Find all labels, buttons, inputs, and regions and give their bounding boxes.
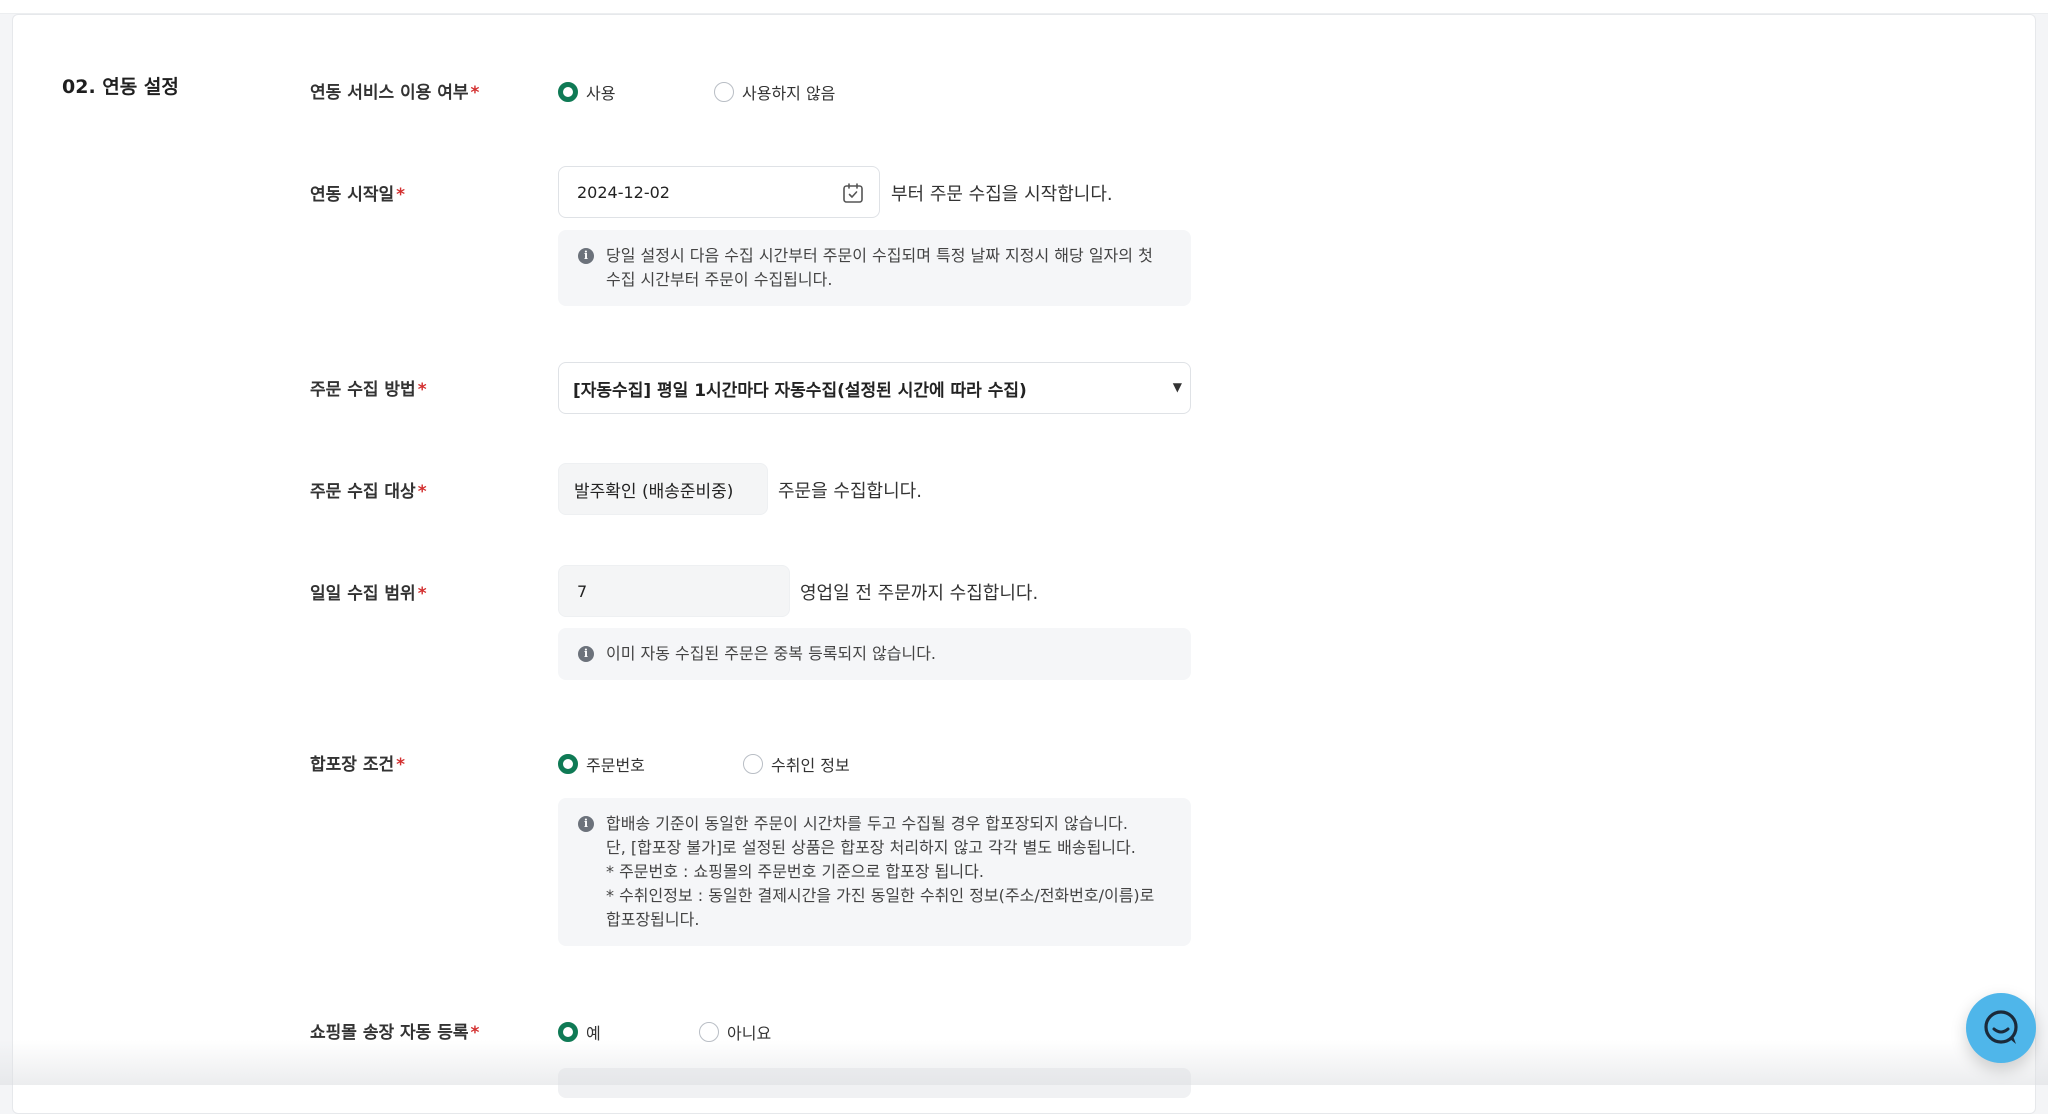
service-use-radio-group: 사용 사용하지 않음 <box>558 80 835 104</box>
start-date-suffix: 부터 주문 수집을 시작합니다. <box>891 184 1113 205</box>
daily-range-label-text: 일일 수집 범위 <box>310 584 416 604</box>
start-date-label-text: 연동 시작일 <box>310 185 395 205</box>
info-line: * 주문번호 : 쇼핑몰의 주문번호 기준으로 합포장 됩니다. <box>606 862 984 881</box>
chat-icon <box>1984 1010 2018 1044</box>
info-line: 합포장됩니다. <box>606 910 700 929</box>
daily-range-input[interactable]: 7 <box>558 565 790 617</box>
info-icon: i <box>578 816 594 832</box>
collect-target-field: 발주확인 (배송준비중) <box>558 463 768 515</box>
collect-method-label: 주문 수집 방법 * <box>310 375 427 400</box>
radio-dot <box>558 82 578 102</box>
info-line: * 수취인정보 : 동일한 결제시간을 가진 동일한 수취인 정보(주소/전화번… <box>606 886 1155 905</box>
required-mark: * <box>417 482 427 502</box>
required-mark: * <box>396 185 406 205</box>
invoice-auto-label: 쇼핑몰 송장 자동 등록 * <box>310 1018 479 1043</box>
required-mark: * <box>470 1023 480 1043</box>
calendar-icon[interactable] <box>841 181 865 205</box>
daily-range-info-box: i 이미 자동 수집된 주문은 중복 등록되지 않습니다. <box>558 628 1191 680</box>
radio-service-not-use[interactable]: 사용하지 않음 <box>714 80 835 104</box>
collect-method-value: [자동수집] 평일 1시간마다 자동수집(설정된 시간에 따라 수집) <box>573 380 1027 401</box>
top-header-strip <box>0 0 2048 14</box>
info-line: 단, [합포장 불가]로 설정된 상품은 합포장 처리하지 않고 각각 별도 배… <box>606 838 1136 857</box>
invoice-auto-radio-group: 예 아니요 <box>558 1020 771 1044</box>
start-date-info-box: i 당일 설정시 다음 수집 시간부터 주문이 수집되며 특정 날짜 지정시 해… <box>558 230 1191 306</box>
bundle-label: 합포장 조건 * <box>310 750 405 775</box>
radio-bundle-recipient[interactable]: 수취인 정보 <box>743 752 850 776</box>
required-mark: * <box>417 584 427 604</box>
info-line: 합배송 기준이 동일한 주문이 시간차를 두고 수집될 경우 합포장되지 않습니… <box>606 814 1128 833</box>
radio-label: 수취인 정보 <box>771 756 850 775</box>
info-line: 당일 설정시 다음 수집 시간부터 주문이 수집되며 특정 날짜 지정시 해당 … <box>606 246 1153 265</box>
radio-dot <box>558 1022 578 1042</box>
radio-invoice-no[interactable]: 아니요 <box>699 1020 771 1044</box>
radio-label: 아니요 <box>727 1024 772 1043</box>
radio-dot <box>743 754 763 774</box>
info-line: 수집 시간부터 주문이 수집됩니다. <box>606 270 833 289</box>
daily-range-value: 7 <box>577 581 588 601</box>
section-title: 02. 연동 설정 <box>62 76 179 98</box>
info-icon: i <box>578 248 594 264</box>
invoice-auto-label-text: 쇼핑몰 송장 자동 등록 <box>310 1023 469 1043</box>
radio-invoice-yes[interactable]: 예 <box>558 1020 699 1044</box>
radio-dot <box>558 754 578 774</box>
radio-label: 예 <box>586 1024 601 1043</box>
required-mark: * <box>396 755 406 775</box>
radio-dot <box>699 1022 719 1042</box>
service-use-label-text: 연동 서비스 이용 여부 <box>310 83 469 103</box>
daily-range-suffix: 영업일 전 주문까지 수집합니다. <box>800 583 1039 604</box>
collect-target-label: 주문 수집 대상 * <box>310 477 427 502</box>
radio-service-use[interactable]: 사용 <box>558 80 714 104</box>
info-line: 이미 자동 수집된 주문은 중복 등록되지 않습니다. <box>606 644 937 663</box>
start-date-input[interactable]: 2024-12-02 <box>558 166 880 218</box>
settings-card <box>12 14 2036 1114</box>
collect-target-value: 발주확인 (배송준비중) <box>574 481 734 502</box>
service-use-label: 연동 서비스 이용 여부 * <box>310 78 479 103</box>
bundle-radio-group: 주문번호 수취인 정보 <box>558 752 850 776</box>
info-icon: i <box>578 646 594 662</box>
radio-bundle-order-number[interactable]: 주문번호 <box>558 752 743 776</box>
collect-method-select[interactable]: [자동수집] 평일 1시간마다 자동수집(설정된 시간에 따라 수집) ▼ <box>558 362 1191 414</box>
radio-label: 주문번호 <box>586 756 645 775</box>
caret-down-icon: ▼ <box>1172 380 1182 394</box>
collect-target-label-text: 주문 수집 대상 <box>310 482 416 502</box>
chat-button[interactable] <box>1966 993 2036 1063</box>
required-mark: * <box>417 380 427 400</box>
collect-method-label-text: 주문 수집 방법 <box>310 380 416 400</box>
daily-range-label: 일일 수집 범위 * <box>310 579 427 604</box>
bundle-label-text: 합포장 조건 <box>310 755 395 775</box>
radio-label: 사용 <box>586 84 616 103</box>
required-mark: * <box>470 83 480 103</box>
start-date-value: 2024-12-02 <box>577 182 670 202</box>
invoice-info-box <box>558 1068 1191 1098</box>
collect-target-suffix: 주문을 수집합니다. <box>778 481 922 502</box>
radio-dot <box>714 82 734 102</box>
radio-label: 사용하지 않음 <box>742 84 836 103</box>
bundle-info-box: i 합배송 기준이 동일한 주문이 시간차를 두고 수집될 경우 합포장되지 않… <box>558 798 1191 946</box>
start-date-label: 연동 시작일 * <box>310 180 405 205</box>
